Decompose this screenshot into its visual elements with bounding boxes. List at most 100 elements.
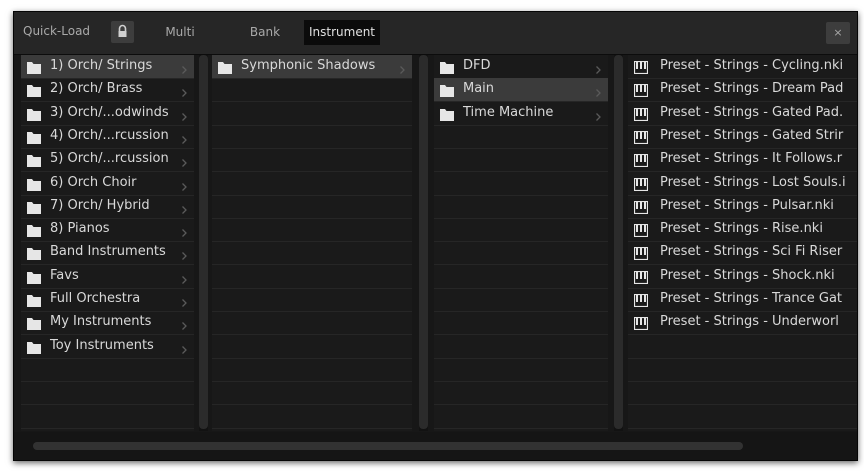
instrument-file-icon	[633, 153, 649, 168]
folder-item[interactable]: 7) Orch/ Hybrid	[21, 195, 194, 219]
item-label: 1) Orch/ Strings	[50, 58, 153, 73]
folder-item[interactable]: 3) Orch/...odwinds	[21, 102, 194, 126]
folder-icon	[440, 60, 454, 74]
folder-item[interactable]: Symphonic Shadows	[212, 55, 412, 79]
folder-item[interactable]: 1) Orch/ Strings	[21, 55, 194, 79]
instrument-file-icon	[633, 223, 649, 238]
scrollbar-thumb[interactable]	[419, 55, 428, 429]
chevron-right-icon	[181, 61, 188, 74]
scrollbar-thumb[interactable]	[614, 55, 623, 429]
instrument-file-item[interactable]: Preset - Strings - Cycling.nki	[628, 55, 857, 79]
empty-row	[21, 358, 194, 382]
column-scrollbar[interactable]	[614, 55, 623, 431]
chevron-right-icon	[595, 61, 602, 74]
folder-item[interactable]: Full Orchestra	[21, 288, 194, 312]
instrument-file-item[interactable]: Preset - Strings - Sci Fi Riser	[628, 241, 857, 266]
item-label: Preset - Strings - Dream Pad	[660, 81, 844, 97]
scrollbar-thumb[interactable]	[199, 55, 208, 429]
item-label: My Instruments	[50, 314, 152, 330]
chevron-right-icon	[181, 247, 188, 261]
instrument-file-item[interactable]: Preset - Strings - Trance Gat	[628, 288, 857, 312]
instrument-file-icon	[633, 246, 649, 261]
scrollbar-thumb[interactable]	[33, 442, 743, 450]
folder-item[interactable]: 4) Orch/...rcussion	[21, 125, 194, 149]
bank-folder-column[interactable]: Symphonic Shadows	[212, 55, 412, 431]
item-label: Preset - Strings - Trance Gat	[660, 291, 843, 306]
instrument-file-item[interactable]: Preset - Strings - Lost Souls.i	[628, 172, 857, 196]
item-label: Preset - Strings - Cycling.nki	[660, 58, 844, 73]
instrument-file-item[interactable]: Preset - Strings - Dream Pad	[628, 78, 857, 103]
empty-row	[434, 265, 608, 289]
item-label: Main	[463, 81, 495, 97]
instrument-file-item[interactable]: Preset - Strings - Shock.nki	[628, 265, 857, 289]
folder-icon	[27, 83, 41, 98]
instrument-file-item[interactable]: Preset - Strings - Gated Strir	[628, 125, 857, 149]
instrument-file-item[interactable]: Preset - Strings - Underworl	[628, 311, 857, 336]
instrument-file-icon	[633, 60, 649, 75]
folder-item[interactable]: Main	[434, 78, 608, 103]
empty-row	[212, 335, 412, 359]
instrument-file-icon	[633, 177, 649, 191]
empty-row	[434, 195, 608, 219]
folder-item[interactable]: Band Instruments	[21, 241, 194, 266]
folder-item[interactable]: My Instruments	[21, 311, 194, 336]
folder-item[interactable]: Toy Instruments	[21, 335, 194, 359]
category-column[interactable]: 1) Orch/ Strings 2) Orch/ Brass 3) Orch/..…	[21, 55, 194, 431]
item-label: 3) Orch/...odwinds	[50, 104, 169, 120]
item-label: Preset - Strings - Shock.nki	[660, 267, 835, 283]
folder-item[interactable]: 8) Pianos	[21, 218, 194, 243]
close-icon: ×	[833, 26, 843, 39]
chevron-right-icon	[181, 108, 188, 121]
empty-row	[212, 358, 412, 382]
folder-item[interactable]: Time Machine	[434, 102, 608, 126]
item-label: Full Orchestra	[50, 291, 141, 306]
instrument-file-item[interactable]: Preset - Strings - It Follows.r	[628, 148, 857, 173]
empty-row	[434, 358, 608, 382]
empty-row	[434, 311, 608, 336]
chevron-right-icon	[181, 341, 188, 354]
horizontal-scrollbar[interactable]	[14, 432, 857, 460]
empty-row	[434, 172, 608, 196]
item-label: Preset - Strings - Pulsar.nki	[660, 197, 834, 213]
folder-item[interactable]: Favs	[21, 265, 194, 289]
folder-item[interactable]: 6) Orch Choir	[21, 172, 194, 196]
instrument-file-item[interactable]: Preset - Strings - Rise.nki	[628, 218, 857, 243]
folder-item[interactable]: 2) Orch/ Brass	[21, 78, 194, 103]
folder-item[interactable]: DFD	[434, 55, 608, 79]
item-label: Preset - Strings - It Follows.r	[660, 151, 843, 167]
item-label: Symphonic Shadows	[241, 58, 376, 73]
instrument-file-icon	[633, 270, 649, 284]
lock-button[interactable]	[111, 21, 134, 43]
item-label: Band Instruments	[50, 244, 166, 260]
column-scrollbar[interactable]	[199, 55, 208, 431]
close-button[interactable]: ×	[826, 22, 850, 44]
empty-row	[434, 125, 608, 149]
empty-row	[212, 218, 412, 243]
folder-icon	[27, 246, 41, 261]
folder-item[interactable]: 5) Orch/...rcussion	[21, 148, 194, 173]
empty-row	[212, 148, 412, 173]
instrument-file-item[interactable]: Preset - Strings - Gated Pad.	[628, 102, 857, 126]
empty-row	[628, 358, 857, 382]
tab-multi[interactable]: Multi	[148, 20, 212, 45]
subfolder-column[interactable]: DFD Main Time Machine	[434, 55, 608, 431]
column-scrollbar[interactable]	[419, 55, 428, 431]
item-label: Preset - Strings - Underworl	[660, 314, 839, 330]
instrument-file-item[interactable]: Preset - Strings - Pulsar.nki	[628, 195, 857, 219]
item-label: 8) Pianos	[50, 221, 110, 237]
tab-bank[interactable]: Bank	[233, 20, 297, 45]
empty-row	[434, 148, 608, 173]
instrument-file-column[interactable]: Preset - Strings - Cycling.nki Preset - S…	[628, 55, 857, 431]
chevron-right-icon	[181, 178, 188, 191]
chevron-right-icon	[181, 224, 188, 238]
tab-instrument[interactable]: Instrument	[304, 20, 380, 45]
item-label: Time Machine	[463, 104, 554, 120]
item-label: 5) Orch/...rcussion	[50, 151, 169, 167]
item-label: Preset - Strings - Lost Souls.i	[660, 174, 846, 190]
empty-row	[628, 381, 857, 406]
empty-row	[212, 172, 412, 196]
folder-icon	[27, 60, 41, 74]
item-label: 4) Orch/...rcussion	[50, 127, 169, 143]
chevron-right-icon	[399, 61, 406, 74]
folder-icon	[440, 83, 454, 98]
